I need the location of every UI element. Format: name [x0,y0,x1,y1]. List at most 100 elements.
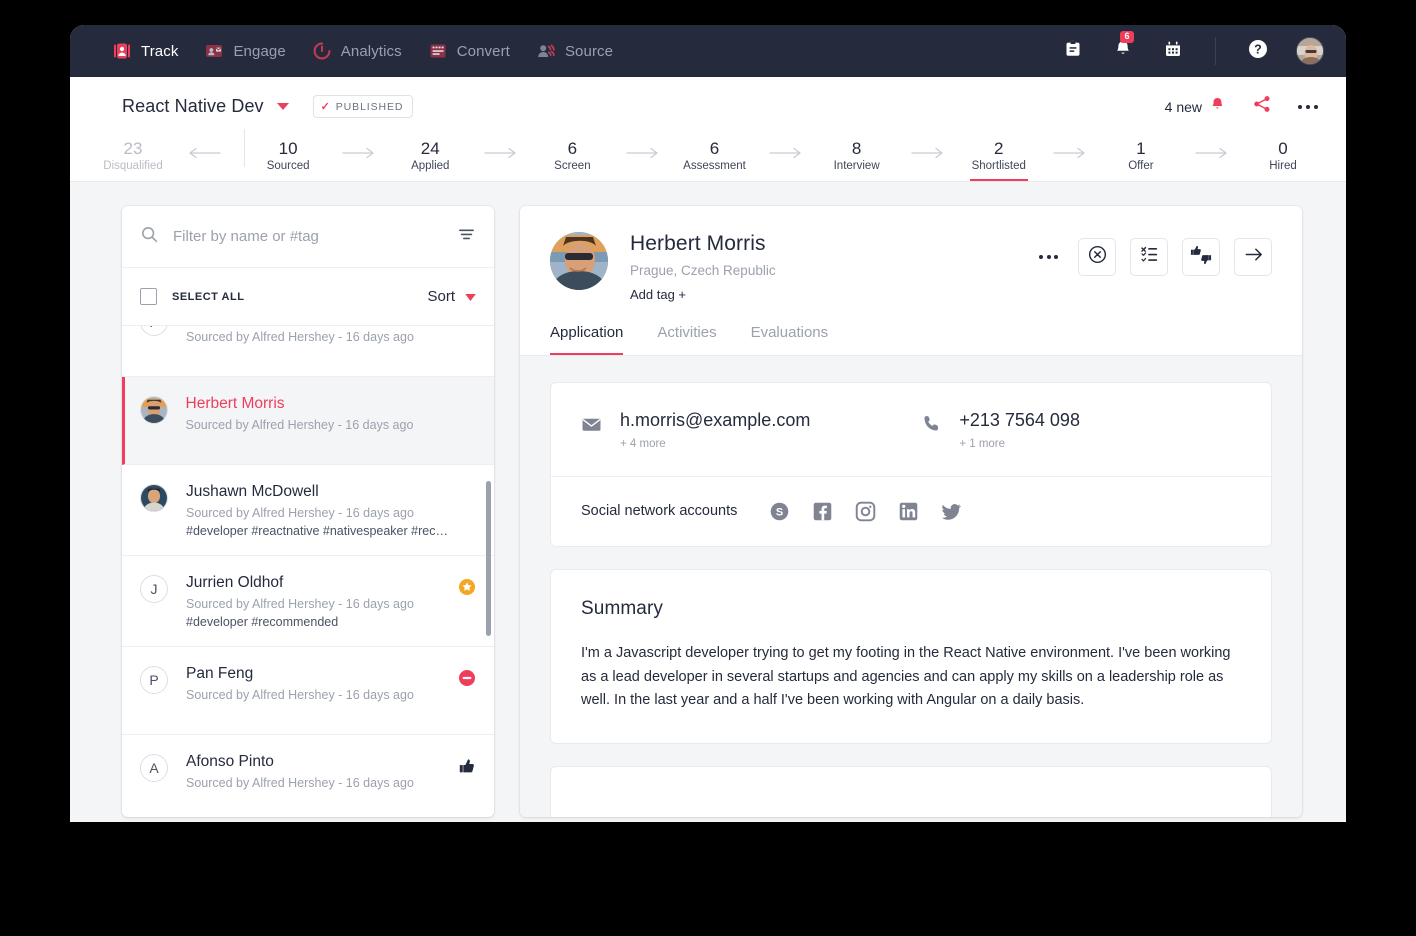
list-item[interactable]: A Afonso Pinto Sourced by Alfred Hershey… [122,735,494,817]
stage-count: 6 [709,138,720,158]
pipeline-stage-shortlisted[interactable]: 2 Shortlisted [962,138,1036,182]
svg-text:S: S [776,506,783,518]
search-input[interactable] [173,228,457,245]
avatar [140,484,168,512]
status-badge[interactable]: ✓ PUBLISHED [312,95,414,118]
scorecard-button[interactable] [1130,238,1168,276]
email-item[interactable]: h.morris@example.com + 4 more [581,410,811,450]
email-more-count[interactable]: + 4 more [620,438,810,450]
new-notifications-button[interactable]: 4 new [1165,96,1226,118]
phone-item[interactable]: +213 7564 098 + 1 more [922,410,1080,450]
summary-text: I'm a Javascript developer trying to get… [581,644,1231,709]
detail-identity: Herbert Morris Prague, Czech Republic Ad… [630,232,776,302]
avatar-initial: A [149,760,159,777]
contact-card: h.morris@example.com + 4 more +213 7564 … [550,382,1272,547]
star-icon[interactable] [458,578,476,596]
list-item[interactable]: P Pan Feng Sourced by Alfred Hershey - 1… [122,326,494,377]
nav-item-engage[interactable]: Engage [204,25,286,77]
pipeline-stage-interview[interactable]: 8 Interview [820,138,894,181]
stage-label: Shortlisted [971,160,1026,172]
list-item[interactable]: Herbert Morris Sourced by Alfred Hershey… [122,377,494,465]
user-avatar[interactable] [1296,37,1324,65]
disqualify-button[interactable] [1078,238,1116,276]
nav-label-engage: Engage [233,42,286,60]
evaluate-button[interactable] [1182,238,1220,276]
phone-text: +213 7564 098 + 1 more [959,410,1080,450]
sort-dropdown[interactable]: Sort [427,288,476,306]
tab-application[interactable]: Application [550,324,624,355]
pipeline-stage-hired[interactable]: 0 Hired [1246,138,1320,181]
chevron-down-icon[interactable] [276,103,289,110]
add-tag-button[interactable]: Add tag + [630,287,776,302]
more-icon [1298,104,1302,109]
pipeline-arrow [894,147,962,181]
arrow-right-icon [1243,244,1264,270]
track-icon [112,41,132,61]
more-options-button[interactable] [1298,104,1318,109]
list-scrollbar[interactable] [486,481,491,636]
nav-item-track[interactable]: Track [112,25,178,77]
search-icon [140,225,159,249]
pipeline-stage-screen[interactable]: 6 Screen [535,138,609,181]
bell-icon [1209,96,1226,118]
thumbs-up-icon[interactable] [458,757,476,775]
pipeline-stage-sourced[interactable]: 10 Sourced [251,138,325,181]
help-button[interactable]: ? [1246,39,1270,63]
pipeline-stages: 23 Disqualified 10 Sourced 24 Applied 6 … [70,127,1346,182]
filter-icon[interactable] [457,225,476,249]
avatar-initial: P [149,672,159,689]
avatar [139,396,168,424]
clipboard-button[interactable] [1061,39,1085,63]
pipeline-stage-applied[interactable]: 24 Applied [393,138,467,181]
stage-count: 1 [1136,138,1146,158]
nav-item-convert[interactable]: Convert [428,25,510,77]
list-item[interactable]: Jushawn McDowell Sourced by Alfred Hersh… [122,465,494,557]
instagram-icon[interactable] [855,501,876,522]
candidate-name: Herbert Morris [185,395,285,412]
pipeline-stage-disqualified[interactable]: 23 Disqualified [96,138,170,181]
calendar-button[interactable] [1161,39,1185,63]
tab-evaluations[interactable]: Evaluations [751,324,829,355]
nav-label-analytics: Analytics [340,42,402,60]
nav-divider [1215,37,1216,65]
primary-nav: Track Engage Analytics Convert Source [112,25,613,77]
phone-more-count[interactable]: + 1 more [959,438,1080,450]
candidate-list-panel: SELECT ALL Sort P [122,206,494,817]
pipeline-divider [244,129,246,167]
list-item-body: Jushawn McDowell Sourced by Alfred Hersh… [186,482,476,538]
summary-card: Summary I'm a Javascript developer tryin… [550,568,1272,745]
nav-item-analytics[interactable]: Analytics [312,25,402,77]
help-icon: ? [1247,38,1269,65]
device-frame: Track Engage Analytics Convert Source 6 … [0,0,1416,936]
linkedin-icon[interactable] [898,501,919,522]
facebook-icon[interactable] [812,501,833,522]
sort-label: Sort [427,288,455,305]
svg-text:?: ? [1254,42,1262,56]
tab-activities[interactable]: Activities [657,324,716,355]
phone-icon [922,411,941,438]
detail-header: Herbert Morris Prague, Czech Republic Ad… [520,206,1302,356]
stage-count: 0 [1278,138,1288,158]
nav-item-source[interactable]: Source [536,25,613,77]
email-value: h.morris@example.com [620,410,811,430]
stage-count: 6 [567,138,578,158]
block-icon[interactable] [458,669,476,687]
select-all-checkbox[interactable] [140,288,157,305]
more-options-button[interactable] [1033,245,1064,269]
list-item[interactable]: P Pan Feng Sourced by Alfred Hershey - 1… [122,647,494,736]
list-item-body: Jurrien Oldhof Sourced by Alfred Hershey… [186,573,476,629]
list-item[interactable]: J Jurrien Oldhof Sourced by Alfred Hersh… [122,556,494,648]
stage-label: Assessment [683,160,746,172]
candidate-scroll-area[interactable]: P Pan Feng Sourced by Alfred Hershey - 1… [122,326,494,817]
pipeline-stage-offer[interactable]: 1 Offer [1104,138,1178,181]
twitter-icon[interactable] [941,501,962,522]
advance-button[interactable] [1234,238,1272,276]
skype-icon[interactable]: S [769,501,790,522]
candidate-name: Jurrien Oldhof [186,574,284,592]
job-title-row: React Native Dev ✓ PUBLISHED 4 new [70,77,1346,127]
notifications-button[interactable]: 6 [1111,31,1135,63]
share-button[interactable] [1252,94,1272,119]
mail-icon [581,411,602,440]
candidate-meta: Sourced by Alfred Hershey - 16 days ago [186,330,414,345]
pipeline-stage-assessment[interactable]: 6 Assessment [678,138,752,181]
